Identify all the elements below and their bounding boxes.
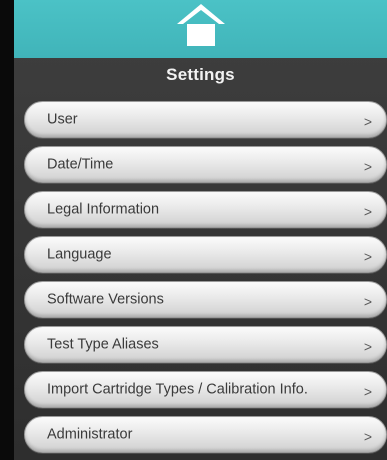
menu-item-administrator[interactable]: Administrator >: [24, 416, 387, 453]
menu-item-label: Legal Information: [47, 201, 160, 218]
menu-item-language[interactable]: Language >: [24, 236, 387, 273]
menu-item-label: Import Cartridge Types / Calibration Inf…: [47, 381, 308, 398]
chevron-right-icon: >: [363, 202, 372, 219]
settings-menu-list: User > Date/Time > Legal Information > L…: [24, 101, 387, 460]
menu-item-label: User: [47, 111, 78, 128]
chevron-right-icon: >: [363, 247, 372, 264]
menu-item-label: Date/Time: [47, 156, 114, 173]
device-frame: Settings User > Date/Time > Legal Inform…: [0, 0, 387, 460]
menu-item-import-cartridge-types[interactable]: Import Cartridge Types / Calibration Inf…: [24, 371, 387, 408]
menu-item-date-time[interactable]: Date/Time >: [24, 146, 387, 183]
home-icon: [175, 0, 227, 46]
chevron-right-icon: >: [363, 112, 372, 129]
menu-item-user[interactable]: User >: [24, 101, 387, 138]
menu-item-label: Software Versions: [47, 291, 164, 308]
menu-item-label: Language: [47, 246, 112, 263]
settings-screen: Settings User > Date/Time > Legal Inform…: [14, 0, 387, 460]
title-bar: Settings: [14, 58, 387, 92]
chevron-right-icon: >: [363, 292, 372, 309]
chevron-right-icon: >: [363, 337, 372, 354]
menu-item-legal-information[interactable]: Legal Information >: [24, 191, 387, 228]
home-button[interactable]: [171, 0, 231, 46]
menu-item-label: Test Type Aliases: [47, 336, 159, 353]
page-title: Settings: [166, 65, 235, 84]
chevron-right-icon: >: [363, 382, 372, 399]
header-bar: [14, 0, 387, 58]
menu-item-test-type-aliases[interactable]: Test Type Aliases >: [24, 326, 387, 363]
chevron-right-icon: >: [363, 157, 372, 174]
menu-item-software-versions[interactable]: Software Versions >: [24, 281, 387, 318]
chevron-right-icon: >: [363, 427, 372, 444]
menu-item-label: Administrator: [47, 426, 133, 443]
